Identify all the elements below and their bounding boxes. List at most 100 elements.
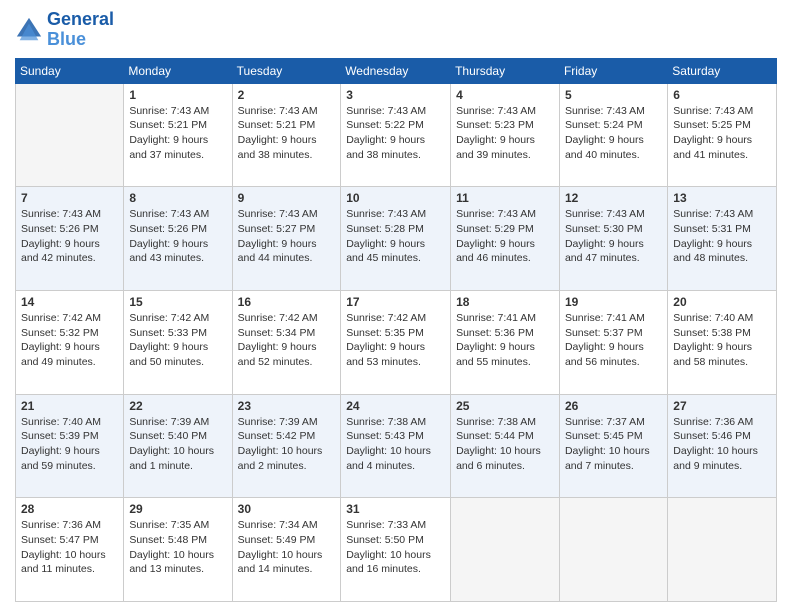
calendar-cell: 31Sunrise: 7:33 AMSunset: 5:50 PMDayligh… [341, 498, 451, 602]
calendar-week-row: 14 Sunrise: 7:42 AMSunset: 5:32 PMDayligh… [16, 290, 777, 394]
day-number: 29 [129, 502, 226, 516]
day-number: 8 [129, 191, 226, 205]
calendar-cell: 16 Sunrise: 7:42 AMSunset: 5:34 PMDayligh… [232, 290, 341, 394]
calendar-cell: 26 Sunrise: 7:37 AMSunset: 5:45 PMDayligh… [559, 394, 667, 498]
day-number: 26 [565, 399, 662, 413]
day-info: Sunrise: 7:43 AMSunset: 5:24 PMDaylight:… [565, 104, 662, 163]
day-number: 3 [346, 88, 445, 102]
day-number: 21 [21, 399, 118, 413]
day-number: 2 [238, 88, 336, 102]
weekday-header: Sunday [16, 58, 124, 83]
calendar-cell: 1Sunrise: 7:43 AMSunset: 5:21 PMDaylight… [124, 83, 232, 187]
calendar-cell: 12 Sunrise: 7:43 AMSunset: 5:30 PMDayligh… [559, 187, 667, 291]
day-info: Sunrise: 7:43 AMSunset: 5:31 PMDaylight:… [673, 207, 771, 266]
calendar-cell [16, 83, 124, 187]
calendar-cell: 25 Sunrise: 7:38 AMSunset: 5:44 PMDayligh… [451, 394, 560, 498]
calendar-cell: 6 Sunrise: 7:43 AMSunset: 5:25 PMDaylight… [668, 83, 777, 187]
calendar-cell: 22Sunrise: 7:39 AMSunset: 5:40 PMDayligh… [124, 394, 232, 498]
day-number: 20 [673, 295, 771, 309]
calendar-week-row: 7 Sunrise: 7:43 AMSunset: 5:26 PMDaylight… [16, 187, 777, 291]
calendar-cell: 23 Sunrise: 7:39 AMSunset: 5:42 PMDayligh… [232, 394, 341, 498]
day-info: Sunrise: 7:43 AMSunset: 5:25 PMDaylight:… [673, 104, 771, 163]
day-info: Sunrise: 7:36 AMSunset: 5:46 PMDaylight:… [673, 415, 771, 474]
header: GeneralBlue [15, 10, 777, 50]
day-number: 19 [565, 295, 662, 309]
day-number: 1 [129, 88, 226, 102]
day-info: Sunrise: 7:43 AMSunset: 5:26 PMDaylight:… [21, 207, 118, 266]
day-number: 30 [238, 502, 336, 516]
page: GeneralBlue SundayMondayTuesdayWednesday… [0, 0, 792, 612]
day-number: 10 [346, 191, 445, 205]
day-number: 24 [346, 399, 445, 413]
day-info: Sunrise: 7:42 AMSunset: 5:35 PMDaylight:… [346, 311, 445, 370]
day-info: Sunrise: 7:37 AMSunset: 5:45 PMDaylight:… [565, 415, 662, 474]
day-number: 12 [565, 191, 662, 205]
calendar-cell: 17 Sunrise: 7:42 AMSunset: 5:35 PMDayligh… [341, 290, 451, 394]
day-number: 28 [21, 502, 118, 516]
day-info: Sunrise: 7:43 AMSunset: 5:21 PMDaylight:… [238, 104, 336, 163]
calendar-cell: 14 Sunrise: 7:42 AMSunset: 5:32 PMDayligh… [16, 290, 124, 394]
day-info: Sunrise: 7:33 AMSunset: 5:50 PMDaylight:… [346, 518, 445, 577]
weekday-header: Monday [124, 58, 232, 83]
logo: GeneralBlue [15, 10, 114, 50]
weekday-header: Tuesday [232, 58, 341, 83]
day-number: 17 [346, 295, 445, 309]
day-info: Sunrise: 7:39 AMSunset: 5:40 PMDaylight:… [129, 415, 226, 474]
day-info: Sunrise: 7:43 AMSunset: 5:29 PMDaylight:… [456, 207, 554, 266]
day-info: Sunrise: 7:39 AMSunset: 5:42 PMDaylight:… [238, 415, 336, 474]
calendar-cell [451, 498, 560, 602]
day-info: Sunrise: 7:42 AMSunset: 5:34 PMDaylight:… [238, 311, 336, 370]
day-number: 5 [565, 88, 662, 102]
day-info: Sunrise: 7:35 AMSunset: 5:48 PMDaylight:… [129, 518, 226, 577]
calendar-cell: 7 Sunrise: 7:43 AMSunset: 5:26 PMDaylight… [16, 187, 124, 291]
day-number: 15 [129, 295, 226, 309]
day-number: 18 [456, 295, 554, 309]
day-number: 23 [238, 399, 336, 413]
calendar-cell: 4 Sunrise: 7:43 AMSunset: 5:23 PMDaylight… [451, 83, 560, 187]
day-info: Sunrise: 7:43 AMSunset: 5:22 PMDaylight:… [346, 104, 445, 163]
day-number: 25 [456, 399, 554, 413]
day-info: Sunrise: 7:42 AMSunset: 5:33 PMDaylight:… [129, 311, 226, 370]
calendar-cell: 15 Sunrise: 7:42 AMSunset: 5:33 PMDayligh… [124, 290, 232, 394]
calendar-cell: 5 Sunrise: 7:43 AMSunset: 5:24 PMDaylight… [559, 83, 667, 187]
day-number: 13 [673, 191, 771, 205]
day-number: 6 [673, 88, 771, 102]
day-info: Sunrise: 7:41 AMSunset: 5:37 PMDaylight:… [565, 311, 662, 370]
calendar-cell: 10 Sunrise: 7:43 AMSunset: 5:28 PMDayligh… [341, 187, 451, 291]
day-number: 7 [21, 191, 118, 205]
logo-icon [15, 16, 43, 44]
day-info: Sunrise: 7:43 AMSunset: 5:26 PMDaylight:… [129, 207, 226, 266]
day-info: Sunrise: 7:40 AMSunset: 5:38 PMDaylight:… [673, 311, 771, 370]
calendar-cell: 9Sunrise: 7:43 AMSunset: 5:27 PMDaylight… [232, 187, 341, 291]
calendar-cell: 3 Sunrise: 7:43 AMSunset: 5:22 PMDaylight… [341, 83, 451, 187]
calendar-cell [668, 498, 777, 602]
day-info: Sunrise: 7:36 AMSunset: 5:47 PMDaylight:… [21, 518, 118, 577]
calendar-cell: 24 Sunrise: 7:38 AMSunset: 5:43 PMDayligh… [341, 394, 451, 498]
weekday-header: Wednesday [341, 58, 451, 83]
day-number: 4 [456, 88, 554, 102]
day-info: Sunrise: 7:38 AMSunset: 5:44 PMDaylight:… [456, 415, 554, 474]
day-info: Sunrise: 7:43 AMSunset: 5:23 PMDaylight:… [456, 104, 554, 163]
logo-text: GeneralBlue [47, 10, 114, 50]
calendar-week-row: 28 Sunrise: 7:36 AMSunset: 5:47 PMDayligh… [16, 498, 777, 602]
calendar-cell: 20 Sunrise: 7:40 AMSunset: 5:38 PMDayligh… [668, 290, 777, 394]
day-info: Sunrise: 7:43 AMSunset: 5:30 PMDaylight:… [565, 207, 662, 266]
day-number: 27 [673, 399, 771, 413]
calendar-cell: 19 Sunrise: 7:41 AMSunset: 5:37 PMDayligh… [559, 290, 667, 394]
calendar-cell: 11 Sunrise: 7:43 AMSunset: 5:29 PMDayligh… [451, 187, 560, 291]
day-info: Sunrise: 7:38 AMSunset: 5:43 PMDaylight:… [346, 415, 445, 474]
day-number: 16 [238, 295, 336, 309]
day-info: Sunrise: 7:42 AMSunset: 5:32 PMDaylight:… [21, 311, 118, 370]
day-info: Sunrise: 7:41 AMSunset: 5:36 PMDaylight:… [456, 311, 554, 370]
calendar-cell: 8 Sunrise: 7:43 AMSunset: 5:26 PMDaylight… [124, 187, 232, 291]
weekday-header: Saturday [668, 58, 777, 83]
calendar-week-row: 21Sunrise: 7:40 AMSunset: 5:39 PMDayligh… [16, 394, 777, 498]
calendar-cell: 27 Sunrise: 7:36 AMSunset: 5:46 PMDayligh… [668, 394, 777, 498]
weekday-header: Friday [559, 58, 667, 83]
calendar-cell: 30Sunrise: 7:34 AMSunset: 5:49 PMDayligh… [232, 498, 341, 602]
day-info: Sunrise: 7:43 AMSunset: 5:28 PMDaylight:… [346, 207, 445, 266]
day-number: 14 [21, 295, 118, 309]
day-number: 11 [456, 191, 554, 205]
calendar-cell: 28 Sunrise: 7:36 AMSunset: 5:47 PMDayligh… [16, 498, 124, 602]
calendar-table: SundayMondayTuesdayWednesdayThursdayFrid… [15, 58, 777, 602]
